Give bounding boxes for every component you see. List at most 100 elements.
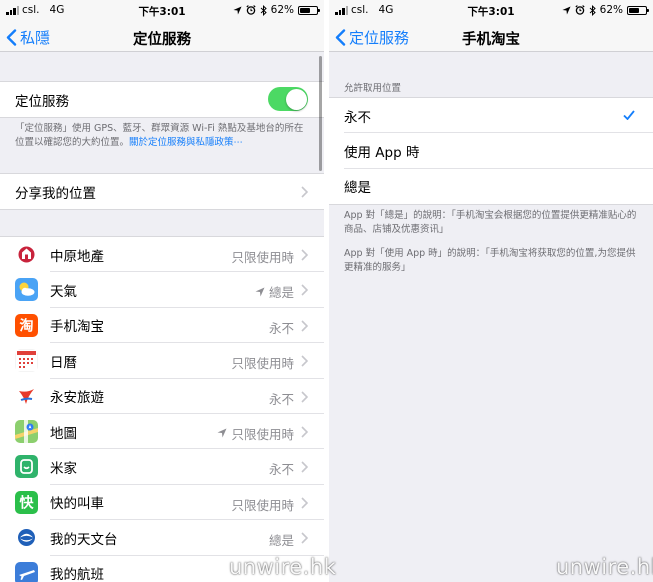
- bluetooth-icon: [260, 4, 267, 16]
- app-name: 我的航班: [50, 567, 104, 582]
- app-row[interactable]: 中原地產 只限使用時: [0, 237, 324, 273]
- option-label: 使用 App 時: [344, 145, 420, 162]
- app-permission-value: 永不: [269, 389, 294, 408]
- status-bar: csl. 4G 下午3:01 62%: [0, 0, 324, 22]
- wingon-icon: [15, 384, 38, 408]
- app-name: 永安旅遊: [50, 390, 104, 407]
- app-permission-value: 總是: [255, 282, 294, 301]
- myobservatory-icon: [15, 526, 38, 550]
- share-location-row[interactable]: 分享我的位置: [0, 174, 324, 209]
- chevron-right-icon: [301, 426, 308, 438]
- battery-icon: [627, 5, 649, 15]
- location-services-group: 定位服務: [0, 81, 324, 119]
- app-name: 地圖: [50, 425, 77, 442]
- location-option-row[interactable]: 使用 App 時: [329, 133, 653, 169]
- location-arrow-icon: [233, 5, 242, 15]
- permission-text: 只限使用時: [231, 356, 294, 372]
- navigation-bar: 定位服務 手机淘宝: [329, 22, 653, 52]
- permission-text: 只限使用時: [231, 250, 294, 265]
- app-row[interactable]: 永安旅遊 永不: [0, 379, 324, 414]
- location-services-screen: csl. 4G 下午3:01 62% 私隱 定位服務 定位服務 「定位服務」使用…: [0, 0, 324, 582]
- app-permission-value: 只限使用時: [231, 247, 294, 266]
- share-location-label: 分享我的位置: [15, 185, 96, 202]
- svg-text:淘: 淘: [20, 317, 34, 334]
- chevron-right-icon: [301, 284, 308, 296]
- battery-percent: 62%: [270, 4, 294, 16]
- permission-text: 只限使用時: [231, 497, 294, 513]
- svg-text:快: 快: [20, 494, 35, 511]
- app-permission-value: 總是: [269, 530, 294, 549]
- chevron-right-icon: [301, 355, 308, 367]
- app-name: 米家: [50, 461, 77, 478]
- location-arrow-icon: [255, 287, 265, 297]
- status-bar: csl. 4G 下午3:01 62%: [329, 0, 653, 22]
- permission-text: 只限使用時: [231, 426, 294, 442]
- app-row[interactable]: 淘手机淘宝 永不: [0, 308, 324, 344]
- app-permission-value: 只限使用時: [231, 495, 294, 514]
- chevron-right-icon: [301, 532, 308, 544]
- location-option-row[interactable]: 永不: [329, 98, 653, 134]
- location-access-options: 永不使用 App 時總是: [329, 97, 653, 206]
- permission-text: 總是: [268, 285, 294, 301]
- chevron-right-icon: [301, 461, 308, 473]
- checkmark-icon: [623, 110, 635, 120]
- app-name: 日曆: [50, 354, 77, 371]
- note-always: App 對「總是」的說明：「手机淘宝会根据您的位置提供更精准贴心的商品、店铺及优…: [344, 210, 637, 235]
- app-row[interactable]: 快快的叫車 只限使用時: [0, 485, 324, 521]
- maps-icon: [15, 419, 38, 443]
- app-row[interactable]: 米家 永不: [0, 449, 324, 485]
- myflight-icon: [15, 561, 38, 582]
- app-row[interactable]: 我的天文台 總是: [0, 520, 324, 556]
- permission-text: 永不: [268, 320, 294, 336]
- note-while-using: App 對「使用 App 時」的說明：「手机淘宝将获取您的位置,为您提供更精准的…: [344, 248, 636, 273]
- chevron-right-icon: [301, 497, 308, 509]
- battery-icon: [298, 5, 320, 15]
- taobao-icon: 淘: [15, 313, 38, 337]
- app-row[interactable]: 地圖 只限使用時: [0, 414, 324, 450]
- app-location-screen: csl. 4G 下午3:01 62% 定位服務 手机淘宝 允許取用位置 永不使用…: [329, 0, 653, 582]
- app-permission-value: 只限使用時: [217, 424, 294, 443]
- kuaidi-icon: 快: [15, 490, 38, 514]
- page-title: 定位服務: [133, 32, 191, 48]
- page-title: 手机淘宝: [462, 32, 520, 48]
- battery-percent: 62%: [599, 4, 623, 16]
- location-option-row[interactable]: 總是: [329, 169, 653, 204]
- weather-icon: [15, 278, 38, 302]
- app-name: 天氣: [50, 284, 77, 301]
- location-services-description: 「定位服務」使用 GPS、藍牙、群眾資源 Wi-Fi 熱點及基地台的所在位置以確…: [15, 122, 312, 150]
- location-services-row: 定位服務: [0, 82, 324, 117]
- centaline-icon: [15, 243, 38, 266]
- option-label: 永不: [344, 109, 371, 126]
- section-header: 允許取用位置: [344, 83, 402, 94]
- privacy-link[interactable]: 關於定位服務與私隱政策⋯: [129, 137, 243, 148]
- app-name: 手机淘宝: [50, 319, 104, 336]
- chevron-right-icon: [301, 390, 308, 403]
- location-services-toggle[interactable]: [268, 87, 308, 111]
- permission-text: 總是: [268, 533, 294, 549]
- mijia-icon: [15, 455, 38, 479]
- app-name: 中原地產: [50, 248, 104, 265]
- app-permission-value: 永不: [269, 459, 294, 478]
- app-name: 快的叫車: [50, 496, 104, 513]
- alarm-icon: [246, 5, 256, 15]
- app-permission-value: 永不: [269, 318, 294, 337]
- app-permission-value: 只限使用時: [231, 353, 294, 372]
- calendar-icon: [15, 349, 38, 373]
- permission-text: 永不: [268, 462, 294, 478]
- apps-list: 中原地產 只限使用時 天氣 總是淘手机淘宝 永不 日曆 只限使用時 永安旅遊 永不 地圖 只限使用時…: [0, 236, 324, 582]
- navigation-bar: 私隱 定位服務: [0, 22, 324, 52]
- app-name: 我的天文台: [50, 531, 118, 548]
- bluetooth-icon: [589, 4, 596, 16]
- location-arrow-icon: [562, 5, 571, 15]
- option-label: 總是: [344, 180, 371, 197]
- location-services-label: 定位服務: [15, 93, 69, 110]
- scrollbar[interactable]: [319, 56, 322, 171]
- location-arrow-icon: [217, 428, 227, 438]
- share-location-group: 分享我的位置: [0, 173, 324, 211]
- watermark: unwire.hk: [229, 555, 337, 579]
- alarm-icon: [575, 5, 585, 15]
- app-row[interactable]: 天氣 總是: [0, 272, 324, 308]
- chevron-right-icon: [301, 320, 308, 332]
- chevron-right-icon: [301, 249, 308, 261]
- app-row[interactable]: 日曆 只限使用時: [0, 343, 324, 379]
